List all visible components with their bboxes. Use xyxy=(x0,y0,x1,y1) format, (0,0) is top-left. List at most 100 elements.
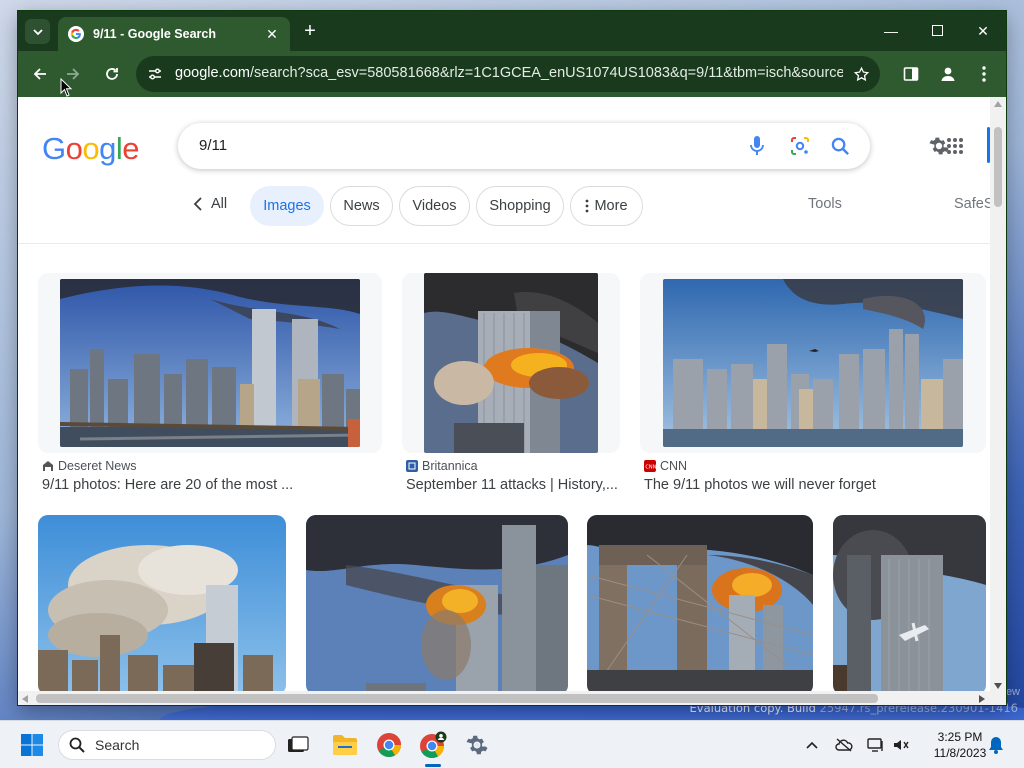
bookmark-star-icon[interactable] xyxy=(850,63,872,85)
chevron-left-icon xyxy=(193,197,202,211)
page-content: Google 9/11 All Images News Videos Shopp… xyxy=(18,97,1006,705)
side-panel-icon xyxy=(903,67,919,81)
folder-icon xyxy=(333,735,357,755)
new-tab-button[interactable]: + xyxy=(300,21,320,41)
taskbar-search-label: Search xyxy=(95,737,140,753)
search-filter-chips: All Images News Videos Shopping More Too… xyxy=(18,186,1006,226)
search-icon[interactable] xyxy=(828,134,852,158)
more-dots-icon xyxy=(586,199,589,213)
task-view-icon xyxy=(288,736,309,752)
close-window-button[interactable]: ✕ xyxy=(968,19,998,43)
tab-strip: 9/11 - Google Search ✕ + — ✕ xyxy=(18,11,1006,51)
chrome-menu-button[interactable] xyxy=(971,61,997,87)
result-source-deseret[interactable]: Deseret News xyxy=(42,459,137,473)
search-box[interactable]: 9/11 xyxy=(178,123,870,169)
horizontal-scroll-thumb[interactable] xyxy=(36,694,878,703)
result-image-row2-1[interactable] xyxy=(38,515,286,695)
chrome-profile-taskbar-button[interactable] xyxy=(419,731,447,759)
desktop-corner-text: ew xyxy=(1005,686,1020,698)
scroll-down-arrow-icon[interactable] xyxy=(994,683,1002,689)
lens-search-icon[interactable] xyxy=(788,134,812,158)
result-image-britannica[interactable] xyxy=(424,273,598,453)
reload-icon xyxy=(106,68,118,80)
windows-taskbar: Search 3:25 PM 11/8/2023 xyxy=(0,720,1024,768)
result-caption-cnn[interactable]: The 9/11 photos we will never forget xyxy=(644,477,876,493)
kebab-menu-icon xyxy=(982,66,986,82)
search-icon xyxy=(69,737,85,753)
google-logo-text: Google xyxy=(42,131,140,166)
filter-shopping[interactable]: Shopping xyxy=(476,186,564,226)
url-text: google.com/search?sca_esv=580581668&rlz=… xyxy=(175,65,843,81)
taskbar-search[interactable]: Search xyxy=(58,730,276,760)
result-source-cnn[interactable]: CNN CNN xyxy=(644,459,687,473)
result-image-row2-2[interactable] xyxy=(306,515,568,695)
mouse-cursor-icon xyxy=(60,78,73,97)
cloud-offline-icon[interactable] xyxy=(834,735,854,755)
svg-text:CNN: CNN xyxy=(645,464,656,470)
volume-muted-icon[interactable] xyxy=(891,735,911,755)
settings-gear-icon xyxy=(466,735,488,755)
filter-more[interactable]: More xyxy=(570,186,643,226)
file-explorer-button[interactable] xyxy=(331,731,359,759)
tab-close-icon[interactable]: ✕ xyxy=(264,26,280,43)
maximize-button[interactable] xyxy=(922,19,952,43)
scroll-left-arrow-icon[interactable] xyxy=(22,695,28,703)
profile-button[interactable] xyxy=(935,61,961,87)
url-domain: google.com xyxy=(175,65,250,81)
voice-search-icon[interactable] xyxy=(745,134,769,158)
tab-title: 9/11 - Google Search xyxy=(93,27,216,41)
cnn-favicon-icon: CNN xyxy=(644,460,656,472)
google-favicon-icon xyxy=(68,26,84,42)
site-settings-icon[interactable] xyxy=(146,65,164,83)
windows-logo-icon xyxy=(21,734,43,756)
browser-toolbar: google.com/search?sca_esv=580581668&rlz=… xyxy=(18,51,1006,97)
tab-google-search[interactable]: 9/11 - Google Search ✕ xyxy=(58,17,290,51)
notification-bell-icon[interactable] xyxy=(986,735,1006,755)
result-caption-deseret[interactable]: 9/11 photos: Here are 20 of the most ... xyxy=(42,477,293,493)
address-bar[interactable]: google.com/search?sca_esv=580581668&rlz=… xyxy=(136,56,880,92)
task-view-button[interactable] xyxy=(284,731,312,759)
filter-all-label: All xyxy=(211,196,228,212)
result-caption-britannica[interactable]: September 11 attacks | History,... xyxy=(406,477,618,493)
settings-taskbar-button[interactable] xyxy=(463,731,491,759)
google-logo[interactable]: Google xyxy=(42,131,140,167)
tab-search-button[interactable] xyxy=(25,19,50,44)
result-source-britannica[interactable]: Britannica xyxy=(406,459,478,473)
result-source-label: Britannica xyxy=(422,459,478,473)
chevron-down-icon xyxy=(32,28,43,35)
chrome-window: 9/11 - Google Search ✕ + — ✕ google.com/… xyxy=(18,11,1006,705)
tray-overflow-chevron-icon[interactable] xyxy=(802,735,822,755)
chrome-icon xyxy=(377,733,401,758)
tools-button[interactable]: Tools xyxy=(808,196,842,212)
vertical-scroll-thumb[interactable] xyxy=(994,127,1002,207)
back-button[interactable] xyxy=(27,61,53,87)
scroll-up-arrow-icon[interactable] xyxy=(994,101,1002,107)
result-source-label: CNN xyxy=(660,459,688,473)
safesearch-button[interactable]: SafeS xyxy=(954,196,994,212)
result-image-row2-3[interactable] xyxy=(587,515,813,695)
profile-icon xyxy=(941,67,955,81)
filter-news[interactable]: News xyxy=(330,186,393,226)
chrome-profile-icon xyxy=(420,731,447,759)
side-panel-button[interactable] xyxy=(898,61,924,87)
result-image-cnn[interactable] xyxy=(663,279,963,447)
search-query-input[interactable]: 9/11 xyxy=(199,137,227,154)
maximize-icon xyxy=(931,25,943,36)
url-path: /search?sca_esv=580581668&rlz=1C1GCEA_en… xyxy=(249,65,843,81)
network-icon[interactable] xyxy=(866,735,886,755)
scroll-right-arrow-icon[interactable] xyxy=(979,695,985,703)
filter-more-label: More xyxy=(594,198,628,214)
google-apps-icon[interactable] xyxy=(946,137,964,160)
active-app-indicator xyxy=(425,764,441,767)
start-button[interactable] xyxy=(18,731,46,759)
deseret-favicon-icon xyxy=(43,461,53,471)
result-image-row2-4[interactable] xyxy=(833,515,986,695)
result-image-deseret[interactable] xyxy=(60,279,360,447)
filter-all[interactable]: All xyxy=(193,196,227,212)
filter-videos[interactable]: Videos xyxy=(399,186,470,226)
filter-images[interactable]: Images xyxy=(250,186,324,226)
minimize-button[interactable]: — xyxy=(876,19,906,43)
result-source-label: Deseret News xyxy=(58,459,137,473)
chrome-taskbar-button[interactable] xyxy=(375,731,403,759)
reload-button[interactable] xyxy=(99,61,125,87)
